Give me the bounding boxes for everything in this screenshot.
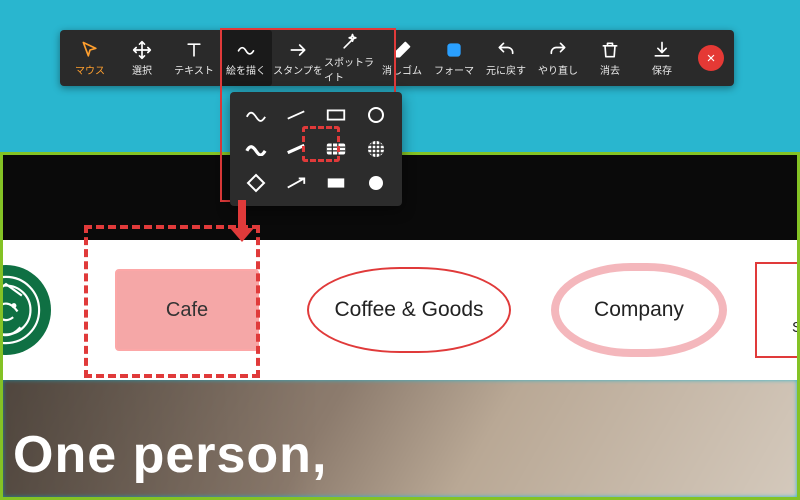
nav-item-service[interactable]: Service [755,262,800,358]
nav-item-cafe[interactable]: Cafe [115,269,259,351]
format-icon [444,40,464,60]
tool-label: やり直し [538,62,578,77]
arrow-right-icon [288,40,308,60]
tool-eraser[interactable]: 消しゴム [376,30,428,86]
annotation-toolbar: マウス 選択 テキスト 絵を描く スタンプを スポットライト 消しゴム フォーマ… [60,30,734,86]
annotation-arrow-icon [238,200,254,242]
shape-wave[interactable] [238,100,274,130]
tool-save[interactable]: 保存 [636,30,688,86]
tool-label: スタンプを [273,62,323,77]
nav-label: Company [594,298,684,322]
nav-item-company[interactable]: Company [551,263,727,357]
tool-label: 保存 [652,62,672,77]
shape-diamond-outline[interactable] [238,168,274,198]
tool-undo[interactable]: 元に戻す [480,30,532,86]
tool-stamp[interactable]: スタンプを [272,30,324,86]
shape-line[interactable] [278,100,314,130]
shape-wave-thick[interactable] [238,134,274,164]
tool-mouse[interactable]: マウス [64,30,116,86]
hero-title: One person, [13,425,327,485]
tool-label: 消去 [600,62,620,77]
trash-icon [600,40,620,60]
tool-draw[interactable]: 絵を描く [220,30,272,86]
tool-format[interactable]: フォーマ [428,30,480,86]
wand-icon [340,32,360,52]
tool-label: 選択 [132,62,152,77]
tool-label: フォーマ [434,62,474,77]
tool-label: テキスト [174,62,214,77]
tool-clear[interactable]: 消去 [584,30,636,86]
shape-line-thick[interactable] [278,134,314,164]
eraser-icon [392,40,412,60]
nav-label: Service [792,319,800,336]
tool-label: スポットライト [324,54,376,84]
close-icon: × [707,50,716,67]
tool-spotlight[interactable]: スポットライト [324,30,376,86]
tool-label: 絵を描く [226,62,266,77]
draw-shapes-popup [230,92,402,206]
tool-redo[interactable]: やり直し [532,30,584,86]
shape-rect-solid[interactable] [318,168,354,198]
cursor-icon [80,40,100,60]
tool-label: 消しゴム [382,62,422,77]
toolbar-close-button[interactable]: × [698,45,724,71]
nav-label: Coffee & Goods [334,298,483,322]
tool-select[interactable]: 選択 [116,30,168,86]
shape-circle-outline[interactable] [358,100,394,130]
download-icon [652,40,672,60]
nav-item-coffee-goods[interactable]: Coffee & Goods [307,267,511,353]
undo-icon [496,40,516,60]
move-icon [132,40,152,60]
tilde-icon [236,40,256,60]
nav-label: Cafe [166,299,208,322]
text-icon [184,40,204,60]
shape-arrow-line[interactable] [278,168,314,198]
tool-label: 元に戻す [486,62,526,77]
redo-icon [548,40,568,60]
tool-text[interactable]: テキスト [168,30,220,86]
tool-label: マウス [75,62,105,77]
shape-circle-solid[interactable] [358,168,394,198]
shape-rect-grid[interactable] [318,134,354,164]
shape-circle-grid[interactable] [358,134,394,164]
shape-rect-outline[interactable] [318,100,354,130]
